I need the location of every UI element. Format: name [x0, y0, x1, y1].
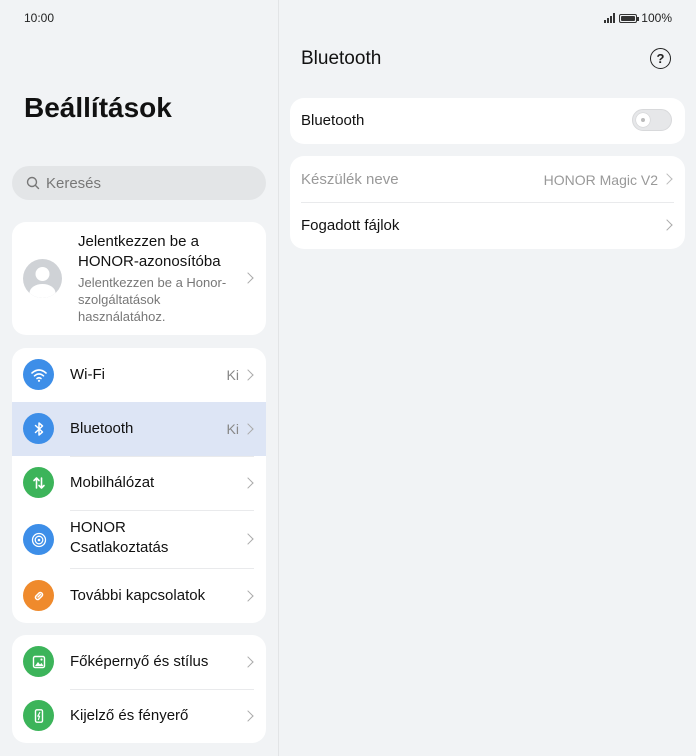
display-icon — [23, 700, 54, 731]
settings-item-bluetooth[interactable]: Bluetooth Ki — [12, 402, 266, 456]
bluetooth-value: Ki — [226, 421, 239, 437]
page-title: Bluetooth — [301, 48, 382, 69]
status-indicators: 100% — [604, 11, 672, 25]
settings-item-honor-connect[interactable]: HONOR Csatlakoztatás — [12, 510, 266, 568]
chevron-right-icon — [661, 219, 673, 231]
chevron-right-icon — [242, 477, 254, 489]
signal-icon — [604, 13, 616, 23]
connectivity-group: Wi-Fi Ki Bluetooth Ki Mobilhálózat HONOR… — [12, 348, 266, 623]
settings-item-home-screen[interactable]: Főképernyő és stílus — [12, 635, 266, 689]
search-icon — [26, 176, 40, 190]
battery-percent: 100% — [641, 11, 672, 25]
switch-knob — [636, 113, 650, 127]
wifi-label: Wi-Fi — [70, 366, 105, 383]
home-screen-icon — [23, 646, 54, 677]
bluetooth-pane: Bluetooth ? Bluetooth Készülék neve HONO… — [279, 0, 696, 756]
avatar-icon — [29, 267, 56, 298]
bluetooth-label: Bluetooth — [70, 420, 134, 437]
received-files-row[interactable]: Fogadott fájlok — [290, 203, 685, 249]
divider — [70, 568, 254, 569]
chevron-right-icon — [242, 710, 254, 722]
bluetooth-toggle-label: Bluetooth — [301, 112, 365, 129]
chevron-right-icon — [242, 423, 254, 435]
home-screen-label: Főképernyő és stílus — [70, 653, 209, 670]
battery-icon — [619, 13, 640, 23]
status-time: 10:00 — [24, 11, 55, 25]
chevron-right-icon — [242, 590, 254, 602]
mobile-data-icon — [23, 467, 54, 498]
account-subtitle: Jelentkezzen be a Honor-szolgáltatások h… — [78, 275, 227, 324]
chevron-right-icon — [242, 272, 254, 284]
divider — [70, 689, 254, 690]
settings-item-wifi[interactable]: Wi-Fi Ki — [12, 348, 266, 402]
settings-item-more-connections[interactable]: További kapcsolatok — [12, 568, 266, 623]
divider — [70, 456, 254, 457]
bluetooth-icon — [23, 413, 54, 444]
mobile-network-label: Mobilhálózat — [70, 474, 155, 491]
avatar — [23, 259, 62, 298]
display-label: Kijelző és fényerő — [70, 707, 189, 724]
chevron-right-icon — [661, 173, 673, 185]
link-icon — [23, 580, 54, 611]
chevron-right-icon — [242, 369, 254, 381]
account-card[interactable]: Jelentkezzen be a HONOR-azonosítóba Jele… — [12, 222, 266, 335]
divider — [70, 510, 254, 511]
chevron-right-icon — [242, 656, 254, 668]
display-group: Főképernyő és stílus Kijelző és fényerő — [12, 635, 266, 743]
wifi-icon — [23, 359, 54, 390]
more-connections-label: További kapcsolatok — [70, 587, 206, 604]
account-title: Jelentkezzen be a HONOR-azonosítóba — [78, 233, 221, 270]
bluetooth-switch[interactable] — [632, 109, 672, 131]
search-input[interactable]: Keresés — [12, 166, 266, 200]
settings-item-display[interactable]: Kijelző és fényerő — [12, 689, 266, 743]
bluetooth-toggle-row[interactable]: Bluetooth — [290, 98, 685, 144]
chevron-right-icon — [242, 533, 254, 545]
bluetooth-options-card: Készülék neve HONOR Magic V2 Fogadott fá… — [290, 156, 685, 249]
help-icon[interactable]: ? — [650, 48, 671, 69]
device-name-value: HONOR Magic V2 — [543, 172, 658, 188]
device-name-row[interactable]: Készülék neve HONOR Magic V2 — [290, 156, 685, 202]
received-files-label: Fogadott fájlok — [301, 217, 400, 234]
device-name-label: Készülék neve — [301, 171, 399, 188]
settings-title: Beállítások — [24, 92, 172, 123]
honor-connect-icon — [23, 524, 54, 555]
wifi-value: Ki — [226, 367, 239, 383]
settings-pane: 10:00 Beállítások Keresés Jelentkezzen b… — [0, 0, 278, 756]
search-placeholder: Keresés — [46, 174, 102, 192]
honor-connect-label: HONOR Csatlakoztatás — [70, 519, 169, 556]
settings-item-mobile-network[interactable]: Mobilhálózat — [12, 456, 266, 510]
